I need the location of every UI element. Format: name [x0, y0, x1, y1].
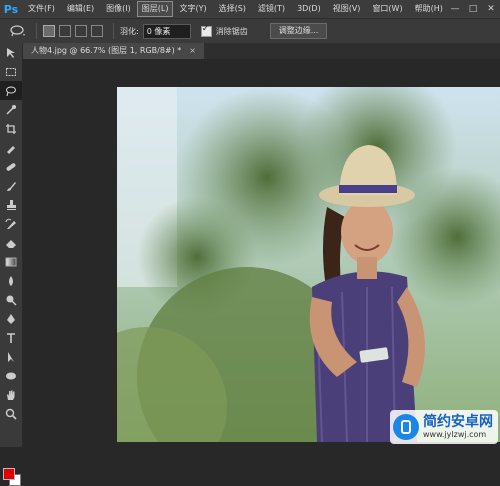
subtract-from-selection-icon[interactable] — [75, 25, 87, 37]
clone-stamp-tool-icon[interactable] — [0, 195, 22, 214]
gradient-tool-icon[interactable] — [0, 252, 22, 271]
document-tab-bar: 人物4.jpg @ 66.7% (图层 1, RGB/8#) * × — [23, 43, 500, 59]
document-tab[interactable]: 人物4.jpg @ 66.7% (图层 1, RGB/8#) * × — [23, 43, 204, 59]
blur-tool-icon[interactable] — [0, 271, 22, 290]
menu-view[interactable]: 视图(V) — [327, 0, 367, 18]
ellipse-tool-icon[interactable] — [0, 366, 22, 385]
document-tab-title: 人物4.jpg @ 66.7% (图层 1, RGB/8#) * — [31, 46, 182, 55]
foreground-color-swatch[interactable] — [3, 468, 15, 480]
refine-edge-button[interactable]: 调整边缘... — [269, 23, 328, 39]
separator — [36, 23, 37, 39]
eyedropper-tool-icon[interactable] — [0, 138, 22, 157]
marquee-tool-icon[interactable] — [0, 62, 22, 81]
move-tool-icon[interactable] — [0, 43, 22, 62]
photoshop-logo-icon: Ps — [3, 2, 19, 16]
menu-window[interactable]: 窗口(W) — [366, 0, 408, 18]
watermark-url: www.jylzwj.com — [423, 430, 487, 439]
tools-panel — [0, 43, 23, 486]
close-tab-icon[interactable]: × — [189, 46, 196, 55]
brush-tool-icon[interactable] — [0, 176, 22, 195]
options-bar: 羽化: 0 像素 消除锯齿 调整边缘... — [0, 18, 500, 44]
intersect-selection-icon[interactable] — [91, 25, 103, 37]
antialias-checkbox[interactable] — [200, 24, 212, 37]
document-image[interactable] — [117, 87, 500, 442]
add-to-selection-icon[interactable] — [59, 25, 71, 37]
menu-help[interactable]: 帮助(H) — [409, 0, 449, 18]
crop-tool-icon[interactable] — [0, 119, 22, 138]
eraser-tool-icon[interactable] — [0, 233, 22, 252]
antialias-label: 消除锯齿 — [215, 26, 248, 36]
type-tool-icon[interactable] — [0, 328, 22, 347]
feather-label: 羽化: — [120, 26, 139, 36]
watermark-title: 简约安卓网 — [423, 414, 493, 430]
menu-select[interactable]: 选择(S) — [213, 0, 252, 18]
menu-edit[interactable]: 编辑(E) — [61, 0, 100, 18]
minimize-button[interactable]: — — [446, 0, 464, 18]
healing-brush-tool-icon[interactable] — [0, 157, 22, 176]
pen-tool-icon[interactable] — [0, 309, 22, 328]
restore-button[interactable]: □ — [464, 0, 482, 18]
watermark-logo-icon — [393, 414, 419, 440]
menu-3d[interactable]: 3D(D) — [291, 0, 327, 18]
menu-file[interactable]: 文件(F) — [22, 0, 61, 18]
lasso-tool-icon[interactable] — [0, 81, 22, 100]
menu-layer[interactable]: 图层(L) — [136, 1, 174, 17]
watermark: 简约安卓网 www.jylzwj.com — [390, 410, 498, 444]
path-select-tool-icon[interactable] — [0, 347, 22, 366]
history-brush-tool-icon[interactable] — [0, 214, 22, 233]
menu-filter[interactable]: 滤镜(T) — [252, 0, 291, 18]
quick-select-tool-icon[interactable] — [0, 100, 22, 119]
close-button[interactable]: ✕ — [482, 0, 500, 18]
menu-image[interactable]: 图像(I) — [100, 0, 137, 18]
lasso-tool-preset-icon[interactable] — [6, 21, 30, 41]
menu-type[interactable]: 文字(Y) — [173, 0, 212, 18]
window-controls: — □ ✕ — [446, 0, 500, 18]
menu-bar: Ps 文件(F) 编辑(E) 图像(I) 图层(L) 文字(Y) 选择(S) 滤… — [0, 0, 500, 18]
dodge-tool-icon[interactable] — [0, 290, 22, 309]
separator — [113, 23, 114, 39]
zoom-tool-icon[interactable] — [0, 404, 22, 423]
hand-tool-icon[interactable] — [0, 385, 22, 404]
feather-input[interactable]: 0 像素 — [142, 23, 191, 39]
new-selection-icon[interactable] — [43, 25, 55, 37]
